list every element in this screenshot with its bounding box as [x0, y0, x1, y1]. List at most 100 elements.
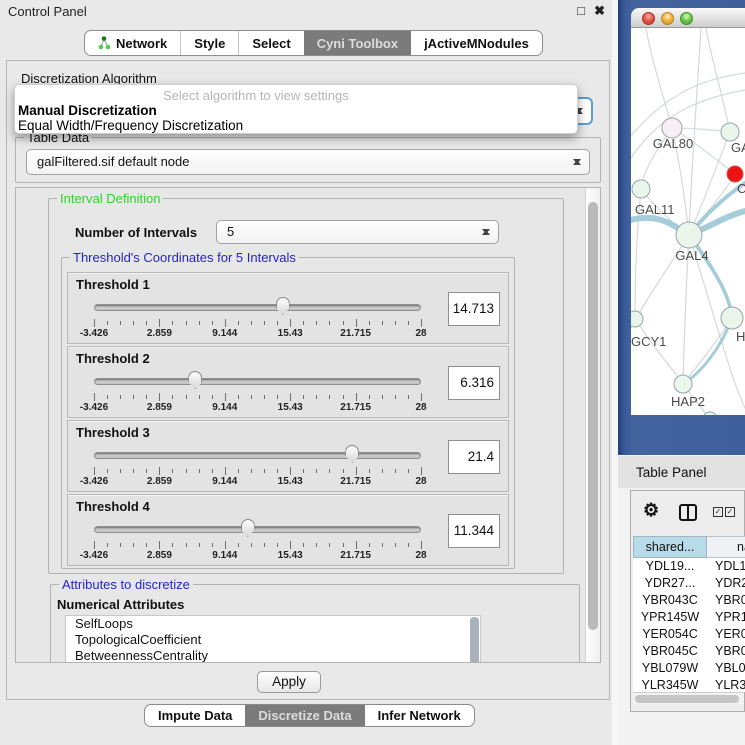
slider-track[interactable]: [94, 304, 421, 311]
float-window-icon[interactable]: □: [577, 3, 585, 18]
slider[interactable]: -3.4262.8599.14415.4321.71528: [68, 495, 508, 565]
network-node-label: C: [737, 181, 745, 196]
threshold-value-field[interactable]: 6.316: [448, 366, 500, 400]
tab-style-label: Style: [194, 36, 225, 51]
threshold-value-field[interactable]: 14.713: [448, 292, 500, 326]
network-node-H[interactable]: [721, 307, 743, 329]
thresholds-group-label: Threshold's Coordinates for 5 Intervals: [70, 250, 299, 265]
tick-label: 28: [415, 550, 426, 561]
network-node-label: GAL4: [675, 248, 708, 263]
tick-label: 2.859: [147, 328, 172, 339]
slider-thumb[interactable]: [188, 371, 202, 389]
tab-network[interactable]: Network: [85, 31, 180, 55]
gear-icon[interactable]: ⚙: [643, 500, 659, 521]
slider[interactable]: -3.4262.8599.14415.4321.71528: [68, 347, 508, 417]
table-row[interactable]: YPR145WYPR1: [633, 609, 745, 626]
cell-shared-name: YER054C: [633, 626, 707, 643]
table-row[interactable]: YDR27...YDR2: [633, 575, 745, 592]
slider-thumb[interactable]: [345, 445, 359, 463]
network-node-HAP2[interactable]: [674, 375, 692, 393]
table-row[interactable]: YER054CYER0: [633, 626, 745, 643]
tick-mark: [238, 543, 239, 547]
table-row[interactable]: YBL079WYBL0: [633, 660, 745, 677]
tick-mark: [133, 395, 134, 399]
slider[interactable]: -3.4262.8599.14415.4321.71528: [68, 421, 508, 491]
table-row[interactable]: YBR045CYBR0: [633, 643, 745, 660]
network-node-GCY1[interactable]: [631, 311, 643, 327]
table-body: YDL19...YDL1YDR27...YDR2YBR043CYBR0YPR14…: [633, 558, 745, 692]
tick-mark: [421, 541, 422, 549]
slider-track[interactable]: [94, 526, 421, 533]
threshold-value-field[interactable]: 11.344: [448, 514, 500, 548]
close-icon[interactable]: ✖: [594, 3, 605, 19]
column-header-name[interactable]: na: [707, 536, 745, 558]
panel-scrollbar[interactable]: [585, 188, 600, 662]
tick-mark: [186, 395, 187, 399]
tick-mark: [212, 395, 213, 399]
list-item[interactable]: TopologicalCoefficient: [66, 632, 480, 648]
threshold-value-field[interactable]: 21.4: [448, 440, 500, 474]
tick-mark: [421, 319, 422, 327]
tick-mark: [290, 319, 291, 327]
network-window-titlebar[interactable]: [631, 8, 745, 28]
table-row[interactable]: YBR043CYBR0: [633, 592, 745, 609]
slider-track[interactable]: [94, 378, 421, 385]
list-item[interactable]: BetweennessCentrality: [66, 648, 480, 663]
tick-mark: [382, 321, 383, 325]
network-node-GA[interactable]: [721, 123, 739, 141]
dropdown-option-manual-discretization[interactable]: Manual Discretization: [18, 103, 157, 118]
tick-mark: [199, 543, 200, 547]
tick-mark: [238, 321, 239, 325]
tab-jactivemnodules[interactable]: jActiveMNodules: [411, 31, 542, 55]
close-traffic-light[interactable]: [642, 12, 655, 25]
network-node-C[interactable]: [727, 166, 743, 182]
network-edge[interactable]: [646, 28, 672, 128]
tick-mark: [120, 395, 121, 399]
tick-mark: [277, 321, 278, 325]
network-node-GAL11[interactable]: [632, 180, 650, 198]
combo-arrows-icon: [573, 156, 582, 168]
interval-definition-label: Interval Definition: [57, 191, 163, 206]
table-horizontal-scrollbar-thumb[interactable]: [635, 695, 739, 703]
tick-mark: [303, 321, 304, 325]
tick-mark: [316, 543, 317, 547]
tick-label: 9.144: [212, 402, 237, 413]
network-canvas[interactable]: GAL80GACGAL11GAL4HGCY1HAP2: [631, 28, 745, 415]
tab-style[interactable]: Style: [180, 31, 238, 55]
tab-cyni-toolbox[interactable]: Cyni Toolbox: [304, 31, 411, 55]
slider-thumb[interactable]: [276, 297, 290, 315]
minimize-traffic-light[interactable]: [661, 12, 674, 25]
dropdown-option-equal-width-frequency[interactable]: Equal Width/Frequency Discretization: [18, 118, 243, 133]
columns-icon[interactable]: [679, 504, 697, 521]
list-item[interactable]: SelfLoops: [66, 616, 480, 632]
tick-mark: [329, 469, 330, 473]
column-header-shared-name[interactable]: shared...: [633, 536, 707, 558]
tick-mark: [329, 321, 330, 325]
list-scrollbar[interactable]: [470, 617, 479, 663]
table-horizontal-scrollbar[interactable]: [633, 692, 744, 704]
slider[interactable]: -3.4262.8599.14415.4321.71528: [68, 273, 508, 343]
network-edge[interactable]: [706, 28, 730, 132]
tick-mark: [120, 469, 121, 473]
table-row[interactable]: YLR345WYLR3: [633, 677, 745, 692]
table-data-combobox[interactable]: galFiltered.sif default node: [26, 149, 590, 175]
select-columns-icons[interactable]: ✓ ✓: [713, 507, 735, 517]
tab-cyni-toolbox-label: Cyni Toolbox: [317, 36, 398, 51]
table-row[interactable]: YDL19...YDL1: [633, 558, 745, 575]
slider-track[interactable]: [94, 452, 421, 459]
panel-scrollbar-thumb[interactable]: [588, 202, 598, 630]
apply-button[interactable]: Apply: [257, 671, 321, 693]
number-of-intervals-combobox[interactable]: 5: [216, 220, 499, 244]
numerical-attributes-list[interactable]: SelfLoops TopologicalCoefficient Between…: [65, 615, 481, 663]
slider-thumb[interactable]: [241, 519, 255, 537]
tick-mark: [107, 543, 108, 547]
network-node-GAL4[interactable]: [676, 222, 702, 248]
tab-select[interactable]: Select: [238, 31, 303, 55]
zoom-traffic-light[interactable]: [680, 12, 693, 25]
network-edge[interactable]: [635, 319, 683, 384]
network-edge[interactable]: [689, 28, 701, 235]
tab-impute-data[interactable]: Impute Data: [145, 705, 245, 726]
tab-infer-network[interactable]: Infer Network: [365, 705, 474, 726]
network-node-GAL80[interactable]: [662, 118, 682, 138]
tab-discretize-data[interactable]: Discretize Data: [245, 705, 364, 726]
